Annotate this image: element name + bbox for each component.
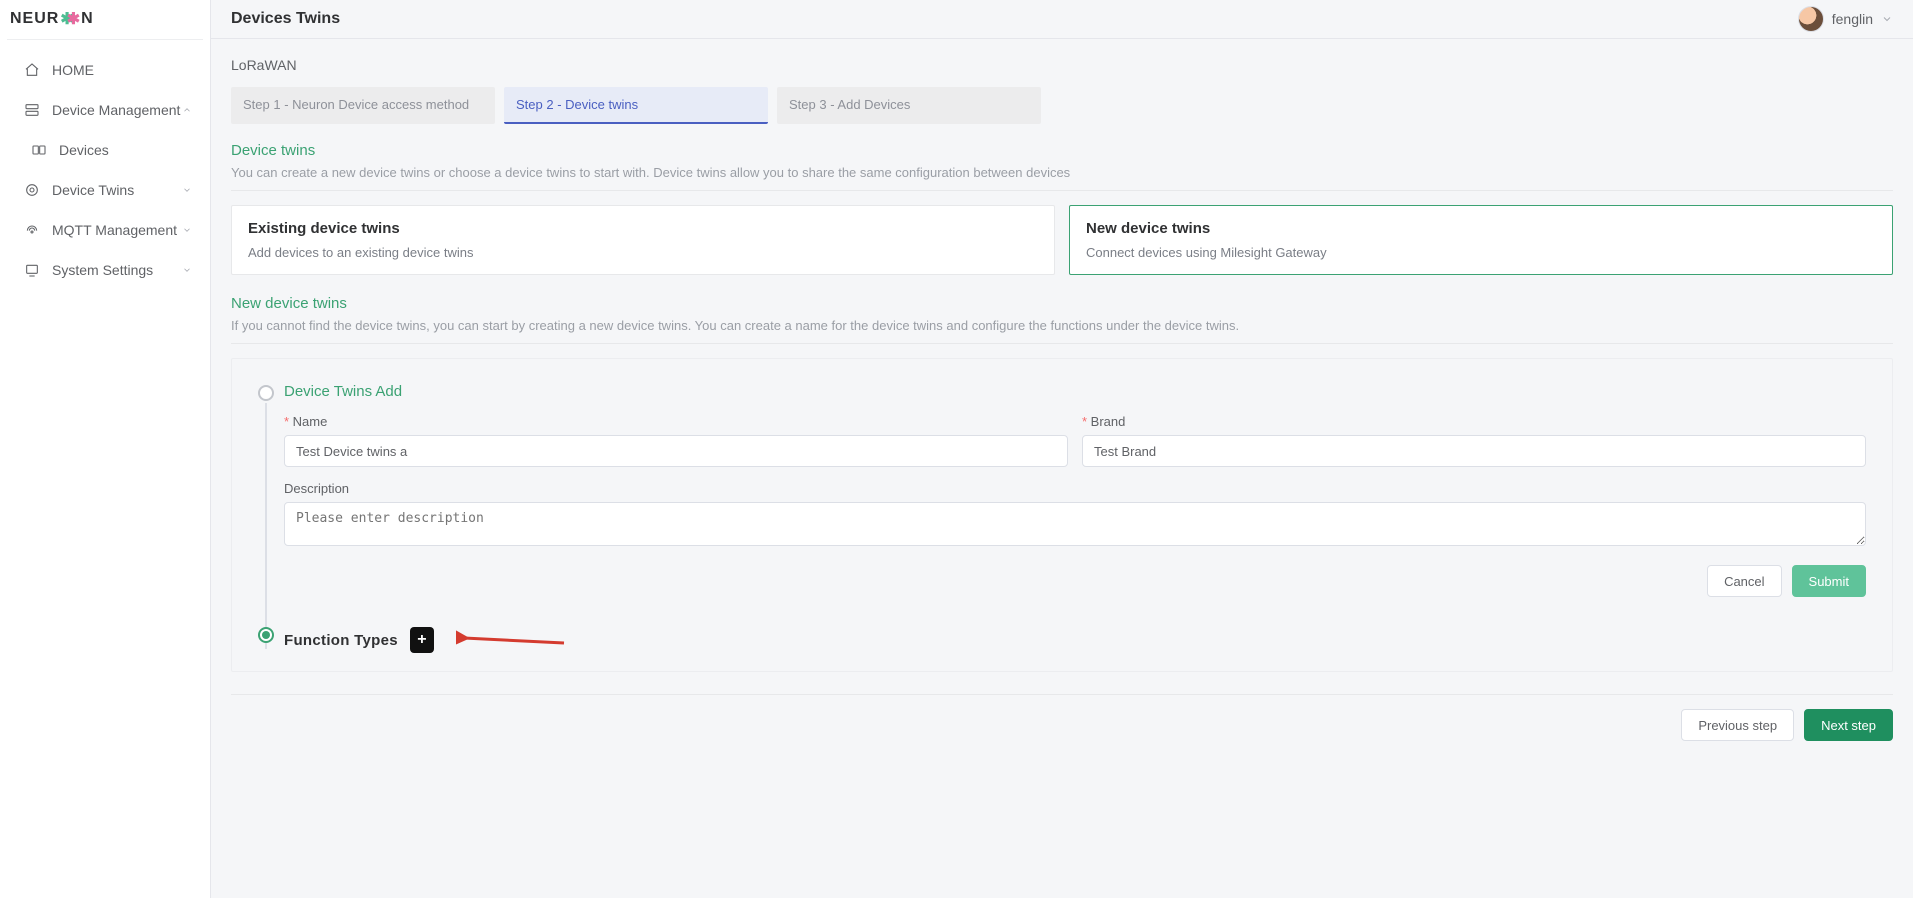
breadcrumb: LoRaWAN: [231, 57, 1893, 73]
cancel-button[interactable]: Cancel: [1707, 565, 1781, 597]
card-title: Existing device twins: [248, 220, 1038, 237]
chevron-up-icon: [182, 105, 194, 115]
add-function-type-button[interactable]: +: [410, 627, 434, 653]
nav-label: HOME: [52, 62, 194, 78]
topbar: Devices Twins fenglin: [211, 0, 1913, 39]
step-dot: [258, 385, 274, 401]
card-existing-twins[interactable]: Existing device twins Add devices to an …: [231, 205, 1055, 275]
brand-input[interactable]: [1082, 435, 1866, 467]
nav-label: Devices: [59, 142, 194, 158]
step-2-tab[interactable]: Step 2 - Device twins: [504, 87, 768, 124]
logo: NEUR ✱ ✱ N: [0, 0, 210, 39]
step-3-tab[interactable]: Step 3 - Add Devices: [777, 87, 1041, 124]
logo-text-after: N: [81, 10, 94, 28]
form-step-title: Device Twins Add: [284, 383, 1866, 400]
broadcast-icon: [23, 221, 41, 239]
devices-icon: [30, 141, 48, 159]
chevron-down-icon: [182, 185, 194, 195]
description-textarea[interactable]: [284, 502, 1866, 546]
main: Devices Twins fenglin LoRaWAN Step 1 - N…: [211, 0, 1913, 898]
step-connector: [265, 403, 267, 649]
section-description: If you cannot find the device twins, you…: [231, 318, 1893, 333]
card-title: New device twins: [1086, 220, 1876, 237]
chevron-down-icon: [1881, 13, 1893, 25]
nav-label: System Settings: [52, 262, 182, 278]
nav-device-twins[interactable]: Device Twins: [0, 170, 210, 210]
nav-system-settings[interactable]: System Settings: [0, 250, 210, 290]
nav-devices[interactable]: Devices: [0, 130, 210, 170]
nav-mqtt[interactable]: MQTT Management: [0, 210, 210, 250]
settings-icon: [23, 261, 41, 279]
nav-label: MQTT Management: [52, 222, 182, 238]
arrow-annotation-icon: [456, 630, 566, 650]
divider: [231, 343, 1893, 344]
server-icon: [23, 101, 41, 119]
divider: [7, 39, 203, 40]
divider: [231, 190, 1893, 191]
user-name: fenglin: [1832, 11, 1873, 27]
step-dot-active: [258, 627, 274, 643]
section-description: You can create a new device twins or cho…: [231, 165, 1893, 180]
twins-icon: [23, 181, 41, 199]
nav-label: Device Twins: [52, 182, 182, 198]
name-input[interactable]: [284, 435, 1068, 467]
card-new-twins[interactable]: New device twins Connect devices using M…: [1069, 205, 1893, 275]
plus-icon: +: [417, 631, 426, 649]
name-label: Name: [284, 414, 1068, 429]
sidebar: NEUR ✱ ✱ N HOME Device Management: [0, 0, 211, 898]
form-block: Device Twins Add Name Brand: [231, 358, 1893, 672]
function-types-title: Function Types: [284, 632, 398, 649]
brand-label: Brand: [1082, 414, 1866, 429]
nav: HOME Device Management Devices: [0, 46, 210, 290]
nav-home[interactable]: HOME: [0, 50, 210, 90]
gear-icon: ✱: [67, 9, 81, 29]
chevron-down-icon: [182, 225, 194, 235]
previous-step-button[interactable]: Previous step: [1681, 709, 1794, 741]
card-description: Add devices to an existing device twins: [248, 245, 1038, 260]
user-menu[interactable]: fenglin: [1798, 6, 1893, 32]
home-icon: [23, 61, 41, 79]
divider: [231, 694, 1893, 695]
card-description: Connect devices using Milesight Gateway: [1086, 245, 1876, 260]
submit-button[interactable]: Submit: [1792, 565, 1866, 597]
nav-device-management[interactable]: Device Management: [0, 90, 210, 130]
next-step-button[interactable]: Next step: [1804, 709, 1893, 741]
step-1-tab[interactable]: Step 1 - Neuron Device access method: [231, 87, 495, 124]
nav-label: Device Management: [52, 102, 182, 118]
avatar: [1798, 6, 1824, 32]
chevron-down-icon: [182, 265, 194, 275]
section-heading: Device twins: [231, 142, 1893, 159]
description-label: Description: [284, 481, 1866, 496]
page-title: Devices Twins: [231, 10, 340, 28]
logo-text-before: NEUR: [10, 10, 59, 28]
section-heading: New device twins: [231, 295, 1893, 312]
step-tabs: Step 1 - Neuron Device access method Ste…: [231, 87, 1893, 124]
